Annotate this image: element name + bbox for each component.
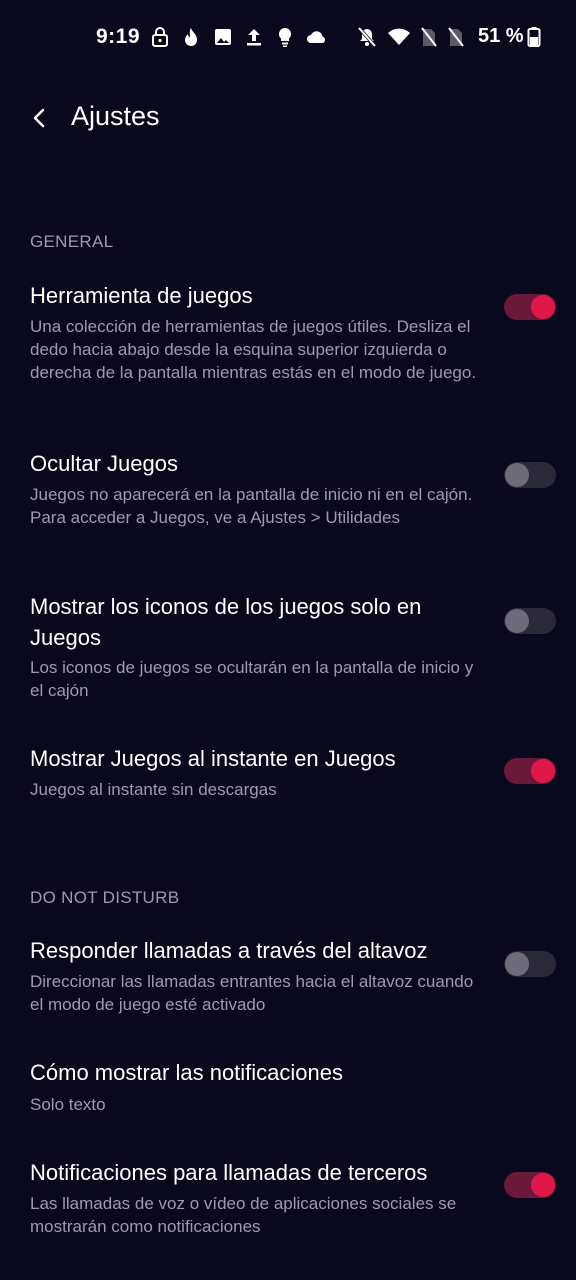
setting-hide-games[interactable]: Ocultar Juegos Juegos no aparecerá en la…: [0, 448, 576, 558]
status-bar: 9:19 51 %: [0, 0, 576, 74]
battery-icon: [527, 26, 541, 48]
no-sim-icon: [419, 26, 439, 48]
tinder-icon: [181, 26, 201, 48]
setting-title: Responder llamadas a través del altavoz: [30, 938, 428, 963]
setting-description: Una colección de herramientas de juegos …: [30, 317, 477, 382]
game-tools-toggle[interactable]: [504, 294, 556, 320]
setting-description: Solo texto: [30, 1095, 106, 1114]
status-time: 9:19: [96, 25, 141, 48]
page-title: Ajustes: [71, 101, 160, 131]
wifi-icon: [387, 26, 411, 48]
image-icon: [213, 26, 233, 48]
lock-icon: [150, 26, 170, 48]
bell-off-icon: [357, 26, 377, 48]
setting-speaker-calls[interactable]: Responder llamadas a través del altavoz …: [0, 935, 576, 1025]
hide-games-toggle[interactable]: [504, 462, 556, 488]
setting-notification-display[interactable]: Cómo mostrar las notificaciones Solo tex…: [0, 1057, 576, 1127]
cloud-icon: [305, 26, 329, 48]
setting-title: Ocultar Juegos: [30, 451, 178, 476]
speaker-calls-toggle[interactable]: [504, 951, 556, 977]
setting-description: Direccionar las llamadas entrantes hacia…: [30, 972, 474, 1014]
setting-title: Mostrar los iconos de los juegos solo en…: [30, 594, 422, 650]
toggle-thumb: [531, 1173, 555, 1197]
setting-description: Juegos al instante sin descargas: [30, 780, 277, 799]
toggle-thumb: [531, 759, 555, 783]
toggle-thumb: [505, 463, 529, 487]
show-game-icons-toggle[interactable]: [504, 608, 556, 634]
setting-instant-games[interactable]: Mostrar Juegos al instante en Juegos Jue…: [0, 743, 576, 813]
setting-title: Mostrar Juegos al instante en Juegos: [30, 746, 396, 771]
toggle-thumb: [505, 609, 529, 633]
setting-game-tools[interactable]: Herramienta de juegos Una colección de h…: [0, 280, 576, 420]
back-arrow-icon[interactable]: [26, 104, 54, 132]
setting-show-game-icons-only[interactable]: Mostrar los iconos de los juegos solo en…: [0, 591, 576, 711]
setting-description: Los iconos de juegos se ocultarán en la …: [30, 658, 474, 700]
battery-percent: 51 %: [478, 25, 524, 47]
upload-icon: [244, 26, 264, 48]
setting-description: Juegos no aparecerá en la pantalla de in…: [30, 485, 473, 527]
setting-title: Notificaciones para llamadas de terceros: [30, 1160, 428, 1185]
toggle-thumb: [531, 295, 555, 319]
no-sim-icon: [446, 26, 466, 48]
setting-title: Cómo mostrar las notificaciones: [30, 1060, 344, 1085]
section-header-do-not-disturb: DO NOT DISTURB: [30, 888, 180, 907]
instant-games-toggle[interactable]: [504, 758, 556, 784]
lightbulb-icon: [275, 26, 295, 48]
toggle-thumb: [505, 952, 529, 976]
setting-description: Las llamadas de voz o vídeo de aplicacio…: [30, 1194, 457, 1236]
third-party-calls-toggle[interactable]: [504, 1172, 556, 1198]
setting-third-party-call-notifications[interactable]: Notificaciones para llamadas de terceros…: [0, 1157, 576, 1247]
section-header-general: GENERAL: [30, 232, 114, 251]
setting-title: Herramienta de juegos: [30, 283, 253, 308]
